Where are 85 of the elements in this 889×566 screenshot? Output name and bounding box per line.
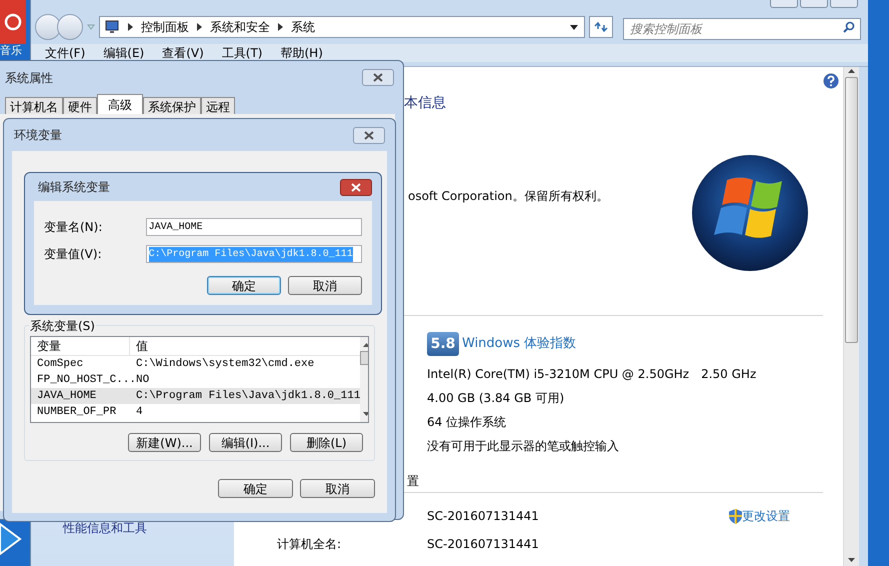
close-icon [373,73,383,82]
close-icon [351,182,361,192]
close-button[interactable] [353,126,385,144]
field-value: C:\Program Files\Java\jdk1.8.0_111 [148,246,353,262]
variable-name: JAVA_HOME [36,388,98,404]
list-row[interactable]: JAVA_HOME C:\Program Files\Java\jdk1.8.0_111 [31,388,360,404]
section-heading: 置 [407,473,420,490]
dialog-title: 编辑系统变量 [38,179,110,196]
dropdown-icon[interactable] [570,24,578,30]
chevron-icon[interactable] [128,23,133,31]
tab[interactable]: 远程 [201,97,235,114]
score-badge: 5.8 [427,332,459,356]
variable-name: NUMBER_OF_PR [36,404,118,420]
group-label: 系统变量(S) [29,317,96,335]
chevron-icon[interactable] [278,23,283,31]
tab[interactable]: 高级 [97,94,143,114]
breadcrumb-item[interactable]: 系统和安全 [210,18,270,36]
dialog-button[interactable]: 取消 [288,276,362,295]
column-header[interactable]: 变量 [31,337,130,355]
dialog-button[interactable]: 删除(L) [290,433,363,452]
variable-value: 4 [135,404,143,420]
dialog-title: 环境变量 [14,127,62,144]
field-label: 变量值(V): [44,246,103,263]
list-row[interactable]: NUMBER_OF_PR 4 [31,404,360,420]
change-settings-link[interactable]: 更改设置 [742,507,790,525]
menu-item[interactable]: 文件(F) [45,44,86,62]
tab[interactable]: 系统保护 [143,97,201,114]
maximize-button[interactable] [800,0,828,8]
close-icon [364,130,374,140]
breadcrumb-item[interactable]: 控制面板 [141,18,189,36]
field-value: JAVA_HOME [148,220,203,234]
column-header[interactable]: 值 [130,337,148,355]
page-heading: 本信息 [404,94,447,113]
scroll-down-icon[interactable] [362,412,368,416]
tab[interactable]: 计算机名 [5,97,63,114]
tab[interactable]: 硬件 [63,97,97,114]
breadcrumb-item[interactable]: 系统 [291,18,315,36]
menu-item[interactable]: 编辑(E) [103,44,144,62]
menu-item[interactable]: 工具(T) [222,44,262,62]
dialog-button[interactable]: 确定 [218,479,293,498]
field-label: 计算机全名: [277,536,342,553]
field-label: 变量名(N): [44,219,104,236]
variable-name: ComSpec [36,356,84,372]
processor-text: Intel(R) Core(TM) i5-3210M CPU @ 2.50GHz [427,366,690,383]
dialog-button[interactable]: 取消 [300,479,375,498]
dialog-button[interactable]: 编辑(I)... [209,433,282,452]
list-row[interactable]: ComSpec C:\Windows\system32\cmd.exe [31,356,360,372]
variable-value: C:\Program Files\Java\jdk1.8.0_111 [135,388,360,404]
variable-value: C:\Windows\system32\cmd.exe [135,356,314,372]
chevron-icon[interactable] [197,23,202,31]
full-name-value: SC-201607131441 [427,536,539,553]
copyright-text: osoft Corporation。保留所有权利。 [408,188,608,205]
address-bar[interactable]: 控制面板 系统和安全 系统 [99,16,585,38]
system-info-text: 64 位操作系统 [427,414,508,431]
system-info-text: 4.00 GB (3.84 GB 可用) [427,390,566,407]
minimize-button[interactable] [770,0,798,8]
menu-item[interactable]: 帮助(H) [280,44,323,62]
dialog-title: 系统属性 [5,70,53,86]
search-field[interactable]: 搜索控制面板 [623,18,861,40]
dialog-button[interactable]: 新建(W)... [128,433,201,452]
dialog-button[interactable]: 确定 [207,276,281,295]
close-button[interactable] [362,69,394,86]
close-button[interactable] [340,178,372,196]
processor-speed: 2.50 GHz [701,366,756,383]
arrow-icon[interactable] [0,522,22,556]
computer-name-value: SC-201607131441 [427,508,540,525]
computer-icon [104,20,120,34]
shield-icon [729,508,742,524]
text-field[interactable]: JAVA_HOME [146,218,362,236]
scrollbar[interactable] [843,67,859,566]
desktop-icon-label: 音乐 [0,45,22,56]
search-icon[interactable] [843,21,855,33]
rating-link[interactable]: Windows 体验指数 [462,334,576,354]
list-row[interactable]: FP_NO_HOST_C...NO [31,372,360,388]
app-icon[interactable] [0,0,26,44]
scroll-up-icon[interactable] [848,69,855,73]
menu-item[interactable]: 查看(V) [162,44,204,62]
scroll-up-icon[interactable] [362,343,368,347]
sidebar-link[interactable]: 性能信息和工具 [63,519,234,537]
scroll-down-icon[interactable] [848,558,855,562]
system-info-text: 没有可用于此显示器的笔或触控输入 [427,438,620,455]
refresh-button[interactable] [589,16,613,38]
help-icon[interactable] [823,73,839,89]
scroll-thumb[interactable] [845,77,858,343]
refresh-icon [594,22,608,32]
